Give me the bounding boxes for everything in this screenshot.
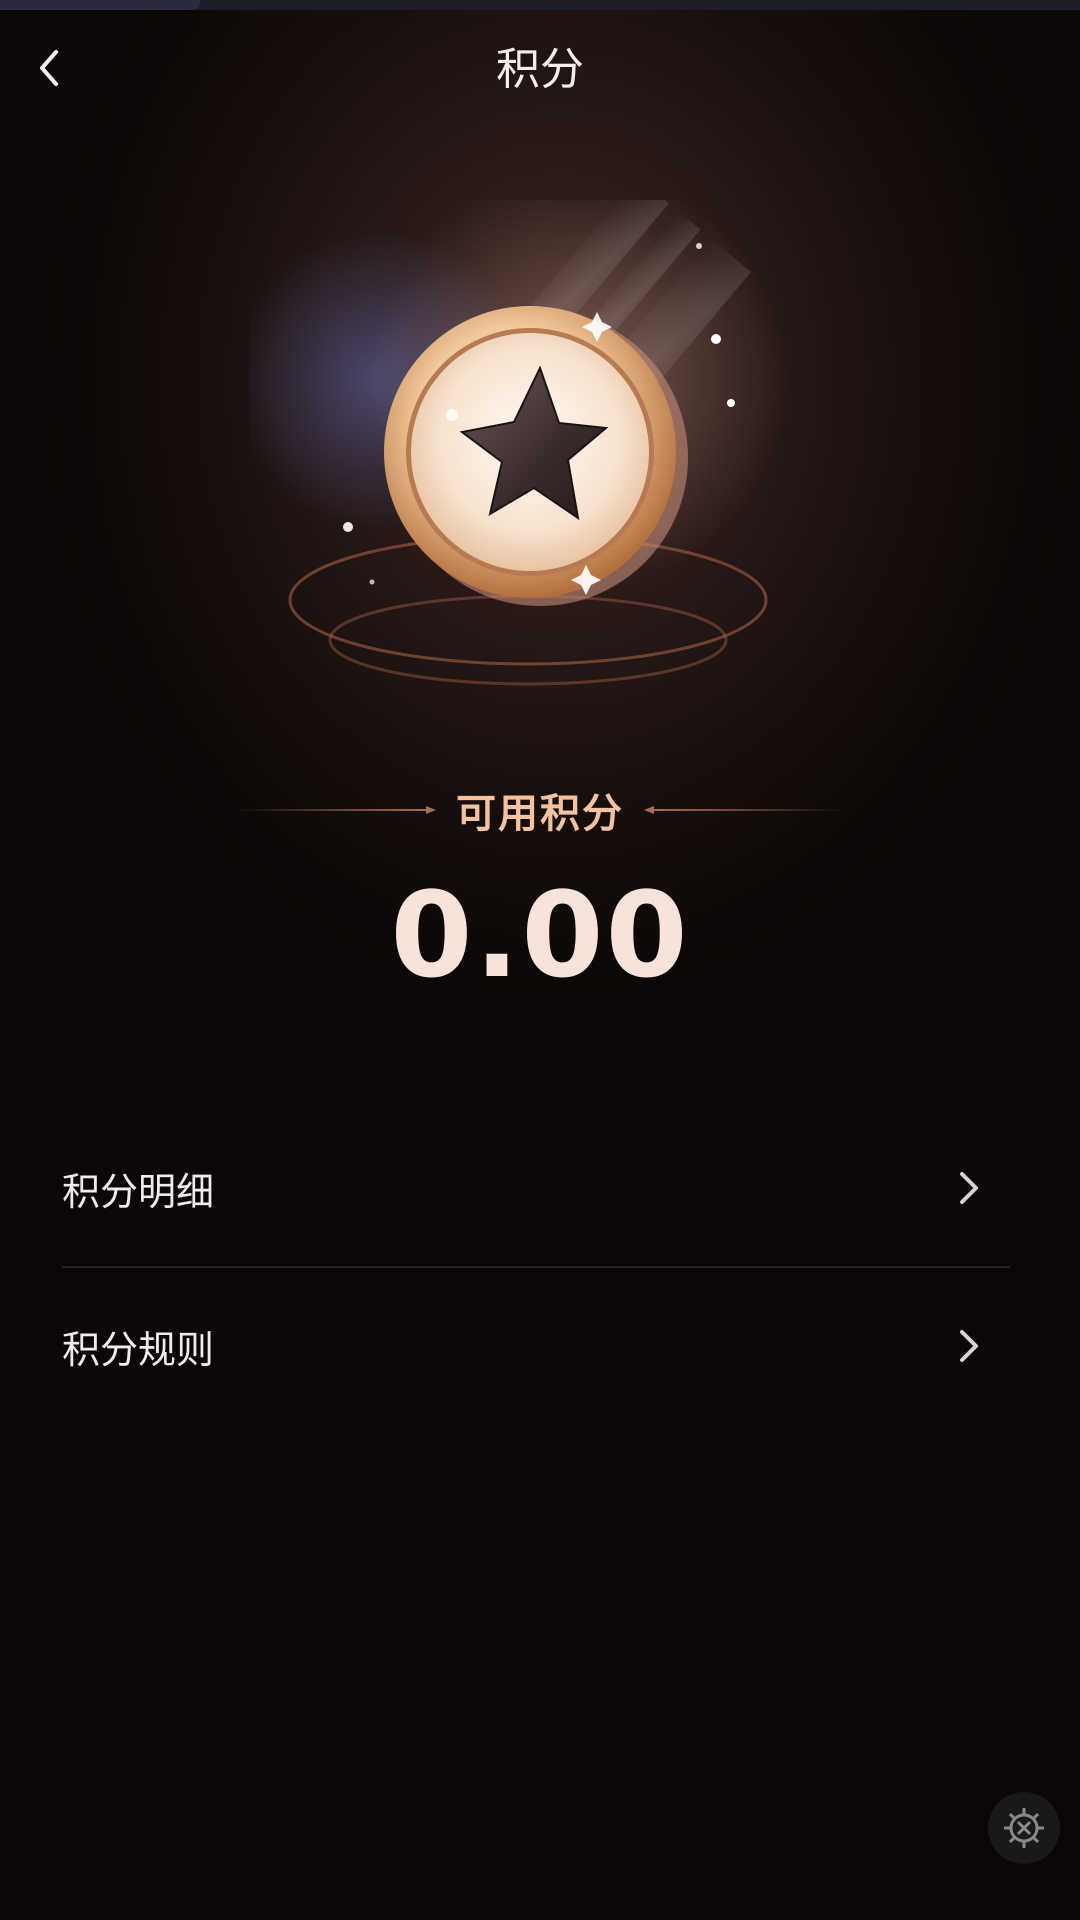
points-screen: 积分 可用积分 0.00 积分明细 积分规则 — [0, 0, 1080, 1920]
label-divider-left — [236, 809, 426, 811]
menu-item-points-rules[interactable]: 积分规则 — [62, 1268, 1010, 1424]
menu-item-label: 积分规则 — [62, 1327, 215, 1372]
available-points-label-row: 可用积分 — [0, 780, 1080, 840]
points-value: 0.00 — [390, 866, 690, 1004]
status-strip-segment — [0, 0, 200, 10]
label-divider-right — [654, 809, 844, 811]
label-tip-right — [644, 806, 654, 814]
settings-fab-button[interactable] — [988, 1792, 1060, 1864]
available-points-label: 可用积分 — [456, 791, 624, 837]
star-coin-icon — [250, 200, 790, 686]
menu-item-points-detail[interactable]: 积分明细 — [62, 1110, 1010, 1266]
chevron-right-icon — [960, 1172, 978, 1204]
chevron-right-icon — [960, 1330, 978, 1362]
gear-icon — [1004, 1808, 1044, 1848]
page-title: 积分 — [496, 44, 584, 95]
menu-item-label: 积分明细 — [62, 1169, 215, 1214]
header: 积分 — [0, 10, 1080, 130]
status-strip — [0, 0, 1080, 10]
label-tip-left — [426, 806, 436, 814]
points-menu: 积分明细 积分规则 — [62, 1110, 1010, 1424]
